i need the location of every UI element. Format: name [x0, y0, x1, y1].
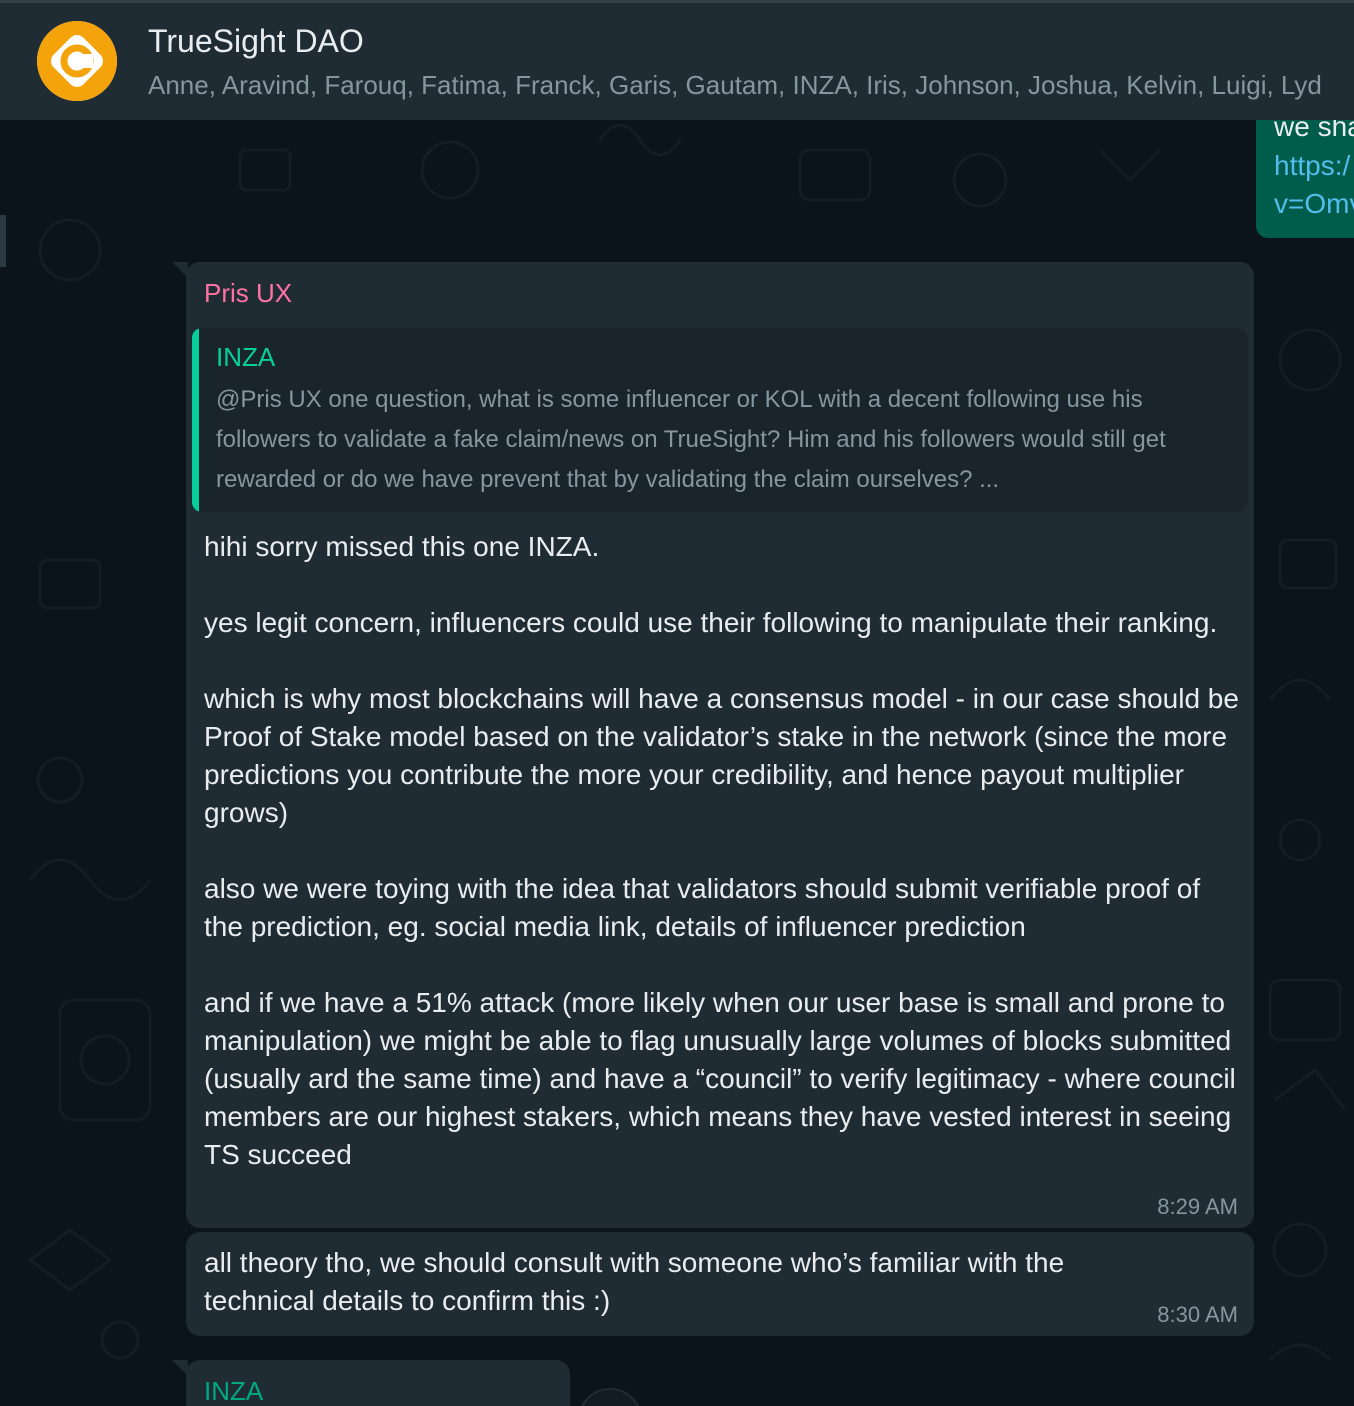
group-avatar[interactable]	[37, 21, 117, 101]
group-members-list: Anne, Aravind, Farouq, Fatima, Franck, G…	[148, 70, 1322, 100]
outgoing-message-link[interactable]: https:/	[1274, 147, 1350, 185]
message-sender[interactable]: INZA	[204, 1376, 263, 1406]
group-title[interactable]: TrueSight DAO	[148, 23, 364, 60]
incoming-message[interactable]: all theory tho, we should consult with s…	[186, 1232, 1254, 1336]
quote-bar	[192, 328, 199, 512]
bubble-tail	[172, 1360, 188, 1376]
chat-window: TrueSight DAO Anne, Aravind, Farouq, Fat…	[0, 0, 1354, 1406]
incoming-message[interactable]: INZA	[172, 1360, 570, 1406]
truesight-logo-icon	[37, 21, 117, 101]
chat-header[interactable]: TrueSight DAO Anne, Aravind, Farouq, Fat…	[0, 0, 1354, 120]
quoted-text: @Pris UX one question, what is some infl…	[216, 386, 1166, 493]
message-timestamp: 8:29 AM	[1157, 1194, 1238, 1219]
outgoing-message-link-continued[interactable]: v=Omv	[1274, 185, 1354, 223]
quoted-sender: INZA	[216, 342, 276, 372]
message-sender[interactable]: Pris UX	[204, 278, 292, 309]
quoted-message[interactable]: INZA @Pris UX one question, what is some…	[192, 328, 1248, 512]
outgoing-message[interactable]: we sha https:/ v=Omv	[1256, 100, 1354, 238]
incoming-message[interactable]: Pris UX INZA @Pris UX one question, what…	[172, 262, 1254, 1228]
message-timestamp: 8:30 AM	[1157, 1302, 1238, 1327]
message-text: hihi sorry missed this one INZA. yes leg…	[204, 531, 1239, 1170]
scrollbar-edge	[0, 215, 6, 267]
bubble-tail	[172, 262, 188, 278]
message-text: all theory tho, we should consult with s…	[204, 1247, 1065, 1316]
